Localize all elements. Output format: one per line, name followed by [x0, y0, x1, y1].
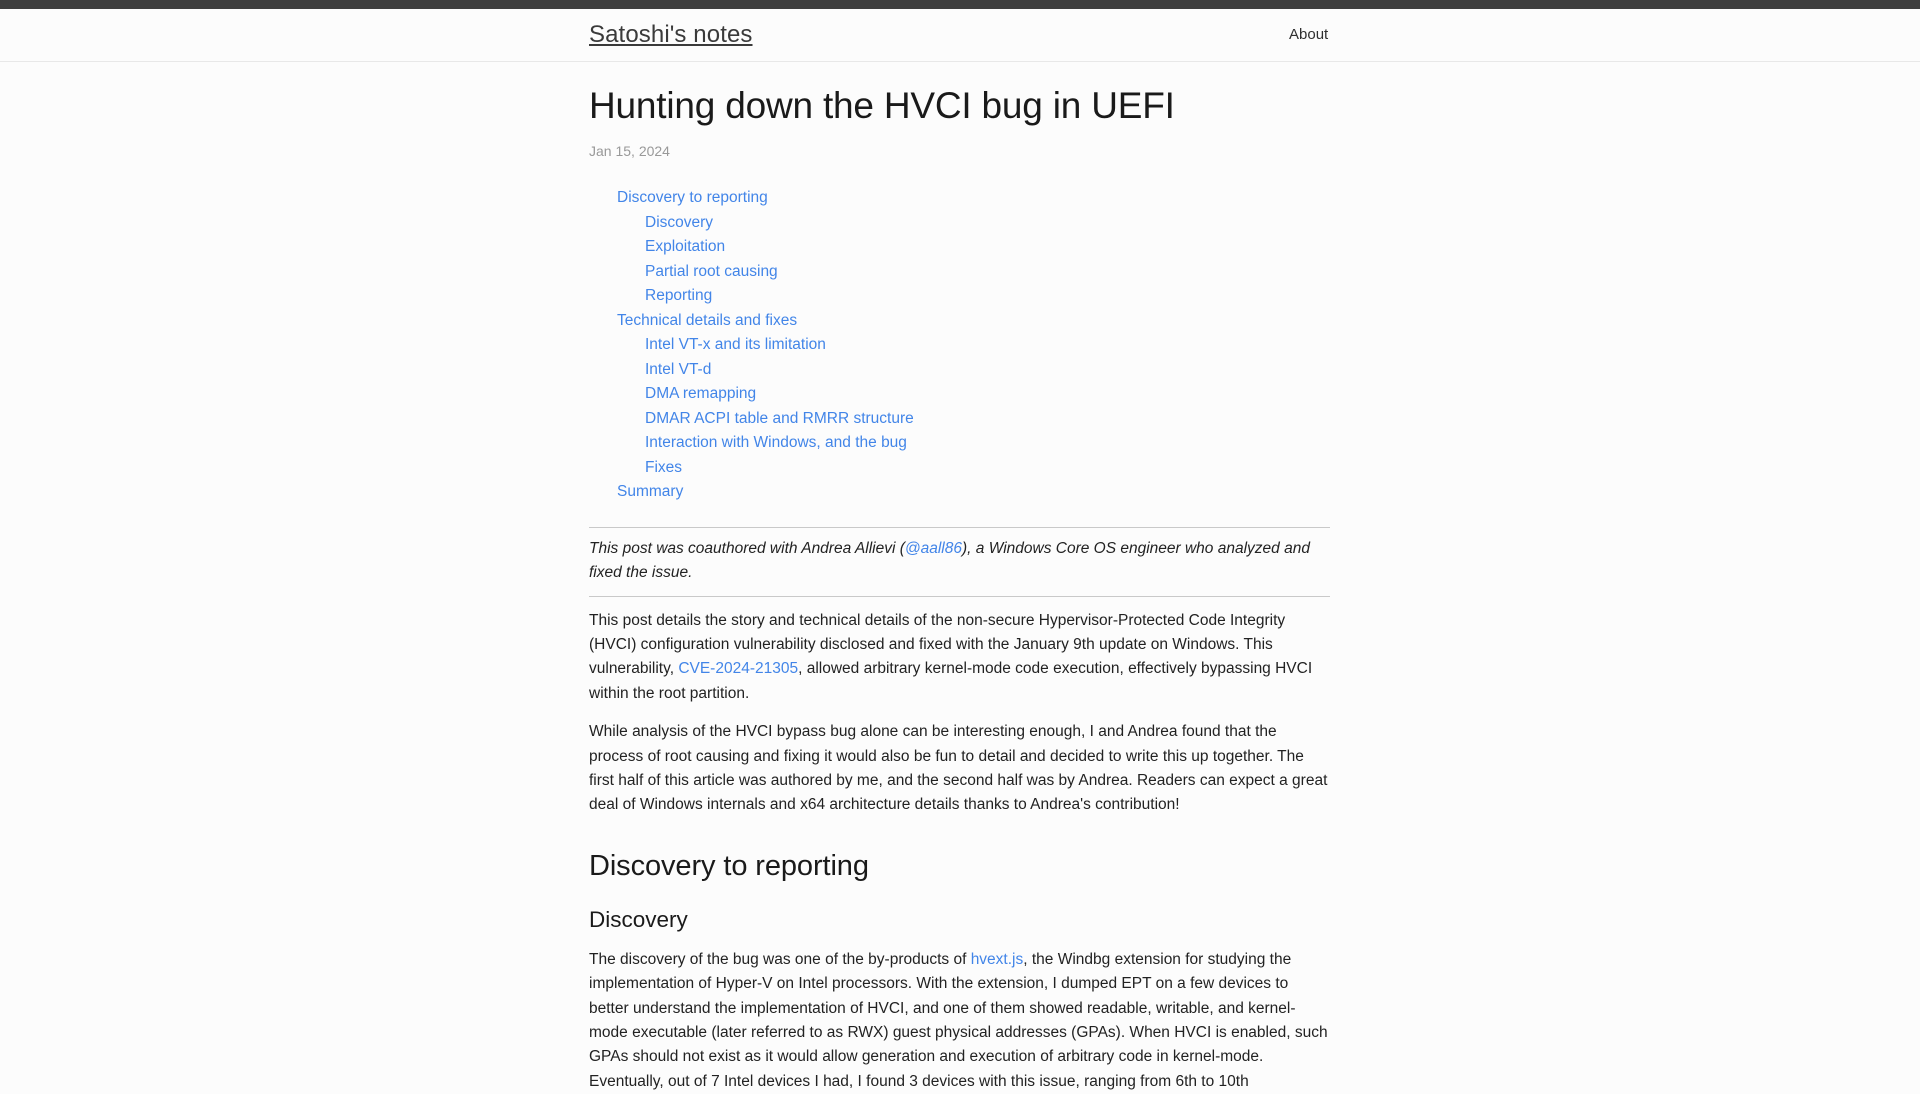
article-content: Hunting down the HVCI bug in UEFI Jan 15… [589, 62, 1330, 1094]
page-title: Hunting down the HVCI bug in UEFI [589, 85, 1175, 126]
toc-link-reporting[interactable]: Reporting [645, 284, 712, 309]
toc-item: Intel VT-x and its limitation [645, 333, 1330, 358]
site-header: Satoshi's notes About [0, 9, 1920, 62]
toc-link-intel-vt-x[interactable]: Intel VT-x and its limitation [645, 333, 826, 358]
discovery-paragraph: The discovery of the bug was one of the … [589, 948, 1330, 1094]
toc-link-exploitation[interactable]: Exploitation [645, 235, 725, 260]
discovery-text-before: The discovery of the bug was one of the … [589, 950, 971, 968]
toc-item: Discovery to reporting Discovery Exploit… [617, 186, 1330, 309]
intro-paragraph-2: While analysis of the HVCI bypass bug al… [589, 723, 1328, 814]
toc-link-discovery[interactable]: Discovery [645, 211, 713, 236]
section-heading-discovery-to-reporting: Discovery to reporting [589, 849, 869, 882]
toc-item: Technical details and fixes Intel VT-x a… [617, 309, 1330, 481]
toc-link-intel-vt-d[interactable]: Intel VT-d [645, 358, 711, 383]
toc-link-summary[interactable]: Summary [617, 480, 683, 505]
toc-item: Intel VT-d [645, 358, 1330, 383]
post-date: Jan 15, 2024 [589, 143, 670, 159]
discovery-text-after: , the Windbg extension for studying the … [589, 950, 1328, 1090]
toc-sublist: Discovery Exploitation Partial root caus… [617, 211, 1330, 309]
toc-item: DMAR ACPI table and RMRR structure [645, 407, 1330, 432]
coauthor-note: This post was coauthored with Andrea All… [589, 526, 1330, 597]
coauthor-note-text: This post was coauthored with Andrea All… [589, 537, 1330, 585]
toc-link-dmar-acpi-table[interactable]: DMAR ACPI table and RMRR structure [645, 407, 914, 432]
note-text-before: This post was coauthored with Andrea All… [589, 539, 905, 557]
toc-link-technical-details-and-fixes[interactable]: Technical details and fixes [617, 309, 797, 334]
toc-item: Exploitation [645, 235, 1330, 260]
cve-link[interactable]: CVE-2024-21305 [678, 660, 798, 677]
toc-link-interaction-with-windows[interactable]: Interaction with Windows, and the bug [645, 431, 907, 456]
nav-link-about[interactable]: About [1289, 25, 1328, 45]
hvext-js-link[interactable]: hvext.js [971, 951, 1024, 968]
top-accent-bar [0, 0, 1920, 9]
header-inner: Satoshi's notes About [0, 9, 1920, 61]
toc-item: Reporting [645, 284, 1330, 309]
toc-link-dma-remapping[interactable]: DMA remapping [645, 382, 756, 407]
toc-link-fixes[interactable]: Fixes [645, 456, 682, 481]
toc-item: Partial root causing [645, 260, 1330, 285]
toc-item: Discovery [645, 211, 1330, 236]
toc-link-partial-root-causing[interactable]: Partial root causing [645, 260, 778, 285]
page-body: Hunting down the HVCI bug in UEFI Jan 15… [0, 62, 1920, 1094]
site-nav: About [0, 25, 1920, 49]
toc-link-discovery-to-reporting[interactable]: Discovery to reporting [617, 186, 768, 211]
toc-item: Summary [617, 480, 1330, 505]
intro-paragraph-1: This post details the story and technica… [589, 609, 1330, 707]
note-link-aall86[interactable]: @aall86 [905, 540, 962, 557]
toc-item: Interaction with Windows, and the bug [645, 431, 1330, 456]
toc-sublist: Intel VT-x and its limitation Intel VT-d… [617, 333, 1330, 480]
table-of-contents: Discovery to reporting Discovery Exploit… [589, 186, 1330, 505]
toc-item: Fixes [645, 456, 1330, 481]
toc-item: DMA remapping [645, 382, 1330, 407]
sub-heading-discovery: Discovery [589, 906, 688, 932]
